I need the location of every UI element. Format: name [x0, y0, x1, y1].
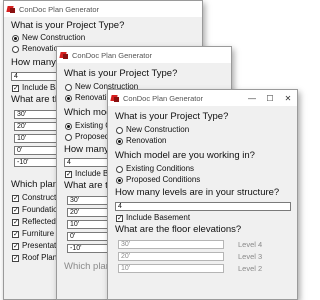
elevations-question: What are the floor elevations?	[115, 224, 242, 235]
new-construction-radio[interactable]	[12, 35, 19, 42]
elevation-input[interactable]: 30'	[67, 196, 109, 205]
existing-conditions-radio[interactable]	[65, 123, 72, 130]
elevation-input[interactable]: 20'	[67, 208, 109, 217]
elevation-input[interactable]: 10'	[67, 220, 109, 229]
existing-conditions-radio[interactable]	[116, 166, 123, 173]
plan-label: Furniture	[22, 229, 55, 238]
plans-question: Which plans	[11, 179, 63, 190]
plan-label: Reflected	[22, 217, 56, 226]
plan-checkbox[interactable]: ✓	[12, 231, 19, 238]
condoc-app-icon	[7, 5, 15, 13]
elevation-input[interactable]: 0'	[67, 232, 109, 241]
elevation-input[interactable]: 10'	[14, 134, 59, 143]
proposed-conditions-label: Proposed	[75, 132, 110, 141]
project-type-question: What is your Project Type?	[64, 68, 178, 79]
level-4-label: Level 4	[238, 240, 263, 249]
proposed-conditions-label: Proposed Conditions	[126, 175, 201, 184]
elevation-input[interactable]: -10'	[14, 158, 59, 167]
title-bar: ConDoc Plan Generator	[57, 47, 231, 63]
window-title: ConDoc Plan Generator	[123, 93, 204, 103]
elevations-question: What are th	[64, 180, 114, 191]
existing-conditions-label: Existing Conditions	[126, 164, 195, 173]
levels-question: How many levels are in your structure?	[115, 187, 280, 198]
elevation-input[interactable]: 30'	[14, 110, 59, 119]
title-bar: ConDoc Plan Generator — ☐ ✕	[108, 90, 297, 106]
window-title: ConDoc Plan Generator	[19, 4, 100, 14]
elevations-question: What are th	[11, 94, 61, 105]
plan-checkbox[interactable]: ✓	[12, 243, 19, 250]
elevation-input[interactable]: 20'	[14, 122, 59, 131]
include-basement-label: Include Basement	[126, 213, 191, 222]
new-construction-radio[interactable]	[116, 127, 123, 134]
generator-window-front: ConDoc Plan Generator — ☐ ✕ What is your…	[107, 89, 298, 300]
plan-label: Roof Plan	[22, 253, 58, 262]
include-basement-label: Include Ba	[22, 83, 60, 92]
project-type-question: What is your Project Type?	[11, 20, 125, 31]
close-button[interactable]: ✕	[279, 90, 297, 106]
level-3-label: Level 3	[238, 252, 263, 261]
condoc-app-icon	[60, 51, 68, 59]
levels-input[interactable]: 4	[64, 158, 109, 167]
new-construction-radio[interactable]	[65, 84, 72, 91]
levels-question: How many	[64, 144, 109, 155]
model-question: Which mod	[64, 107, 112, 118]
include-basement-checkbox[interactable]: ✓	[65, 171, 72, 178]
elevation-input[interactable]: -10'	[67, 244, 109, 253]
elevation-input-level-2[interactable]: 10'	[118, 264, 224, 273]
elevation-input-level-4[interactable]: 30'	[118, 240, 224, 249]
window-title: ConDoc Plan Generator	[72, 50, 153, 60]
plan-label: Foundatio	[22, 205, 58, 214]
title-bar: ConDoc Plan Generator	[4, 1, 202, 17]
proposed-conditions-radio[interactable]	[65, 134, 72, 141]
project-type-question: What is your Project Type?	[115, 111, 229, 122]
renovation-radio[interactable]	[65, 95, 72, 102]
new-construction-label: New Construction	[126, 125, 190, 134]
elevation-input-level-3[interactable]: 20'	[118, 252, 224, 261]
include-basement-checkbox[interactable]: ✓	[116, 215, 123, 222]
renovation-label: Renovatio	[75, 93, 112, 102]
proposed-conditions-radio[interactable]	[116, 177, 123, 184]
condoc-app-icon	[111, 94, 119, 102]
plan-checkbox[interactable]: ✓	[12, 255, 19, 262]
model-question: Which model are you working in?	[115, 150, 255, 161]
plan-label: Construct	[22, 193, 57, 202]
existing-conditions-label: Existing C	[75, 121, 112, 130]
plan-checkbox[interactable]: ✓	[12, 219, 19, 226]
renovation-label: Renovation	[126, 136, 167, 145]
elevation-input[interactable]: 0'	[14, 146, 59, 155]
include-basement-checkbox[interactable]: ✓	[12, 85, 19, 92]
level-2-label: Level 2	[238, 264, 263, 273]
renovation-radio[interactable]	[12, 46, 19, 53]
levels-input[interactable]: 4	[115, 202, 291, 211]
plan-checkbox[interactable]: ✓	[12, 195, 19, 202]
minimize-button[interactable]: —	[243, 90, 261, 106]
plan-label: Presentat	[22, 241, 57, 250]
maximize-button[interactable]: ☐	[261, 90, 279, 106]
new-construction-label: New Construction	[22, 33, 86, 42]
levels-input[interactable]: 4	[11, 72, 61, 81]
plan-checkbox[interactable]: ✓	[12, 207, 19, 214]
renovation-radio[interactable]	[116, 138, 123, 145]
